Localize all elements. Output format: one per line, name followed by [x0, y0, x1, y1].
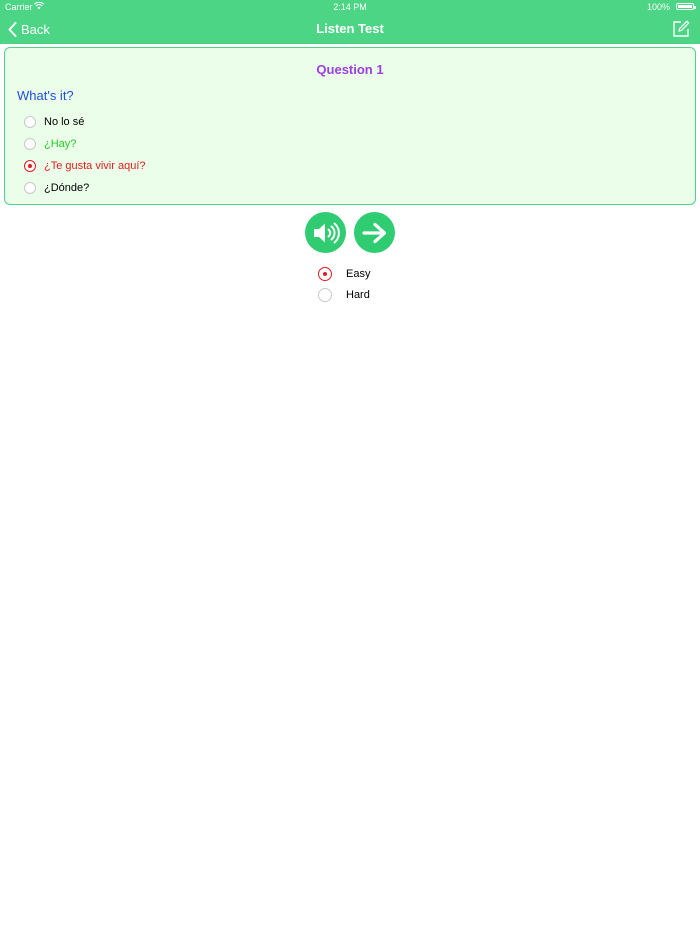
difficulty-options: Easy Hard [318, 263, 370, 305]
difficulty-label: Hard [346, 288, 370, 301]
play-audio-button[interactable] [305, 212, 346, 253]
answer-label: No lo sé [44, 116, 85, 128]
status-bar: Carrier 2:14 PM 100% [0, 0, 700, 14]
next-button[interactable] [354, 212, 395, 253]
radio-button[interactable] [24, 116, 36, 128]
navigation-bar: Carrier 2:14 PM 100% Back Listen Test [0, 0, 700, 44]
arrow-right-icon [361, 222, 386, 243]
radio-button[interactable] [318, 287, 332, 302]
radio-button[interactable] [24, 182, 36, 194]
difficulty-option-hard[interactable]: Hard [318, 284, 370, 305]
answer-label: ¿Te gusta vivir aquí? [44, 160, 146, 172]
speaker-icon [313, 222, 340, 243]
page-title: Listen Test [316, 21, 384, 36]
difficulty-label: Easy [346, 267, 371, 280]
answer-label: ¿Dónde? [44, 182, 90, 194]
status-time: 2:14 PM [333, 2, 367, 12]
difficulty-option-easy[interactable]: Easy [318, 263, 370, 284]
radio-button-selected[interactable] [24, 160, 36, 172]
answer-options: No lo sé ¿Hay? ¿Te gusta vivir aquí? ¿Dó… [24, 111, 146, 199]
battery-percent: 100% [646, 2, 670, 12]
battery-icon [676, 3, 696, 10]
answer-label: ¿Hay? [44, 138, 77, 150]
question-card: Question 1 What's it? No lo sé ¿Hay? ¿Te… [4, 47, 696, 205]
answer-option-3[interactable]: ¿Te gusta vivir aquí? [24, 155, 146, 177]
radio-button[interactable] [24, 138, 36, 150]
answer-option-2[interactable]: ¿Hay? [24, 133, 146, 155]
answer-option-4[interactable]: ¿Dónde? [24, 177, 146, 199]
edit-icon[interactable] [672, 20, 690, 38]
question-title: Question 1 [316, 62, 384, 77]
question-prompt: What's it? [17, 88, 74, 103]
answer-option-1[interactable]: No lo sé [24, 111, 146, 133]
radio-button-selected[interactable] [318, 266, 332, 281]
